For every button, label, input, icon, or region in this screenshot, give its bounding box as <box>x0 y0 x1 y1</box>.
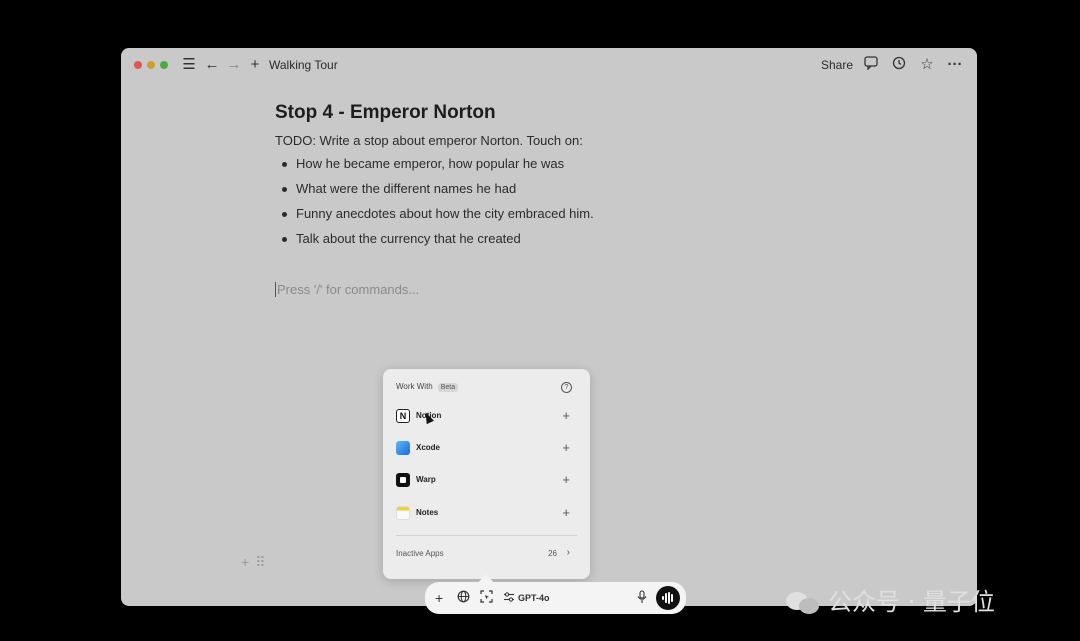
bullet-item[interactable]: How he became emperor, how popular he wa… <box>275 154 594 179</box>
app-label: Xcode <box>416 443 441 452</box>
more-options-icon[interactable]: ··· <box>946 56 964 74</box>
bullet-item[interactable]: What were the different names he had <box>275 179 594 204</box>
chat-composer-bar: + GPT-4o <box>425 582 686 614</box>
add-app-plus-icon[interactable]: + <box>562 505 570 521</box>
todo-paragraph[interactable]: TODO: Write a stop about emperor Norton.… <box>275 133 583 148</box>
work-with-panel: Work With Beta ? N Notion + Xcode + Warp … <box>383 369 590 579</box>
warp-icon <box>396 473 410 487</box>
watermark: 公众号 · 量子位 <box>786 582 995 617</box>
watermark-text: 公众号 · 量子位 <box>828 588 995 616</box>
forward-arrow-icon[interactable]: → <box>225 56 243 74</box>
bullet-list: How he became emperor, how popular he wa… <box>275 154 594 254</box>
bullet-item[interactable]: Funny anecdotes about how the city embra… <box>275 204 594 229</box>
app-row-warp[interactable]: Warp + <box>396 471 576 491</box>
share-button[interactable]: Share <box>821 58 853 72</box>
page-title[interactable]: Stop 4 - Emperor Norton <box>275 102 496 124</box>
voice-mode-button[interactable] <box>656 586 680 610</box>
wechat-icon <box>786 592 820 614</box>
menu-icon[interactable]: ☰ <box>180 56 198 74</box>
work-with-header: Work With Beta <box>396 382 459 392</box>
help-icon[interactable]: ? <box>561 382 572 393</box>
app-label: Warp <box>416 475 436 484</box>
divider <box>396 535 577 536</box>
app-row-notes[interactable]: Notes + <box>396 504 576 524</box>
favorite-star-icon[interactable]: ☆ <box>918 56 936 74</box>
page-breadcrumb[interactable]: Walking Tour <box>269 58 338 72</box>
chevron-right-icon[interactable]: › <box>567 547 570 558</box>
notes-icon <box>396 506 410 520</box>
model-selector[interactable]: GPT-4o <box>518 593 550 603</box>
inactive-apps-label[interactable]: Inactive Apps <box>396 549 444 558</box>
close-window-button[interactable] <box>134 61 142 69</box>
add-app-plus-icon[interactable]: + <box>562 472 570 488</box>
beta-badge: Beta <box>437 383 459 392</box>
microphone-icon[interactable] <box>636 590 648 607</box>
bullet-item[interactable]: Talk about the currency that he created <box>275 229 594 254</box>
history-clock-icon[interactable] <box>890 56 908 74</box>
xcode-icon <box>396 441 410 455</box>
add-block-icon[interactable]: + <box>241 554 249 570</box>
work-with-title: Work With <box>396 382 433 391</box>
app-label: Notes <box>416 508 439 517</box>
inactive-apps-count: 26 <box>548 549 557 558</box>
attach-plus-icon[interactable]: + <box>435 590 443 606</box>
add-app-plus-icon[interactable]: + <box>562 408 570 424</box>
add-app-plus-icon[interactable]: + <box>562 440 570 456</box>
new-page-plus-icon[interactable]: + <box>246 56 264 74</box>
command-placeholder[interactable]: Press '/' for commands... <box>275 282 419 297</box>
notion-icon: N <box>396 409 410 423</box>
zoom-window-button[interactable] <box>160 61 168 69</box>
minimize-window-button[interactable] <box>147 61 155 69</box>
drag-handle-icon[interactable]: ⠿ <box>255 554 265 570</box>
title-bar: ☰ ← → + Walking Tour Share ☆ ··· <box>121 48 977 82</box>
globe-icon[interactable] <box>457 590 470 606</box>
back-arrow-icon[interactable]: ← <box>203 56 221 74</box>
comment-icon[interactable] <box>862 56 880 74</box>
block-gutter: + ⠿ <box>241 554 271 571</box>
work-with-apps-icon[interactable] <box>480 590 493 606</box>
app-row-xcode[interactable]: Xcode + <box>396 439 576 459</box>
model-settings-icon[interactable] <box>503 590 515 606</box>
